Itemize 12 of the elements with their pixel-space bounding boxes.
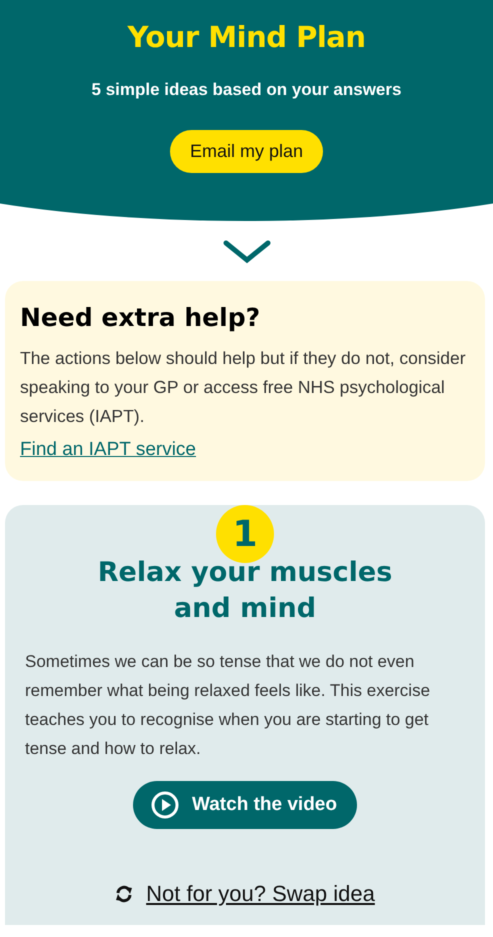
chevron-down-icon: [222, 240, 270, 264]
idea-description: Sometimes we can be so tense that we do not even remember what being relaxed feels like. This exercise teaches you to recognise when you are starting to get tense and how to relax.: [25, 651, 432, 760]
email-button[interactable]: Email my plan: [170, 130, 324, 173]
swap-idea-link[interactable]: Not for you? Swap idea: [146, 881, 375, 907]
subtitle: 5 simple ideas based on your answers: [92, 80, 402, 100]
swap-icon: [115, 885, 134, 903]
iapt-link[interactable]: Find an IAPT service: [20, 439, 196, 461]
page-title: Your Mind Plan: [128, 20, 366, 54]
play-icon: [151, 791, 179, 819]
card-title: Need extra help?: [20, 303, 262, 332]
help-text: The actions below should help but if they do not, consider speaking to your GP or access free NHS psychological services (IAPT).: [20, 347, 467, 428]
watch-video-button[interactable]: Watch the video: [133, 781, 357, 829]
